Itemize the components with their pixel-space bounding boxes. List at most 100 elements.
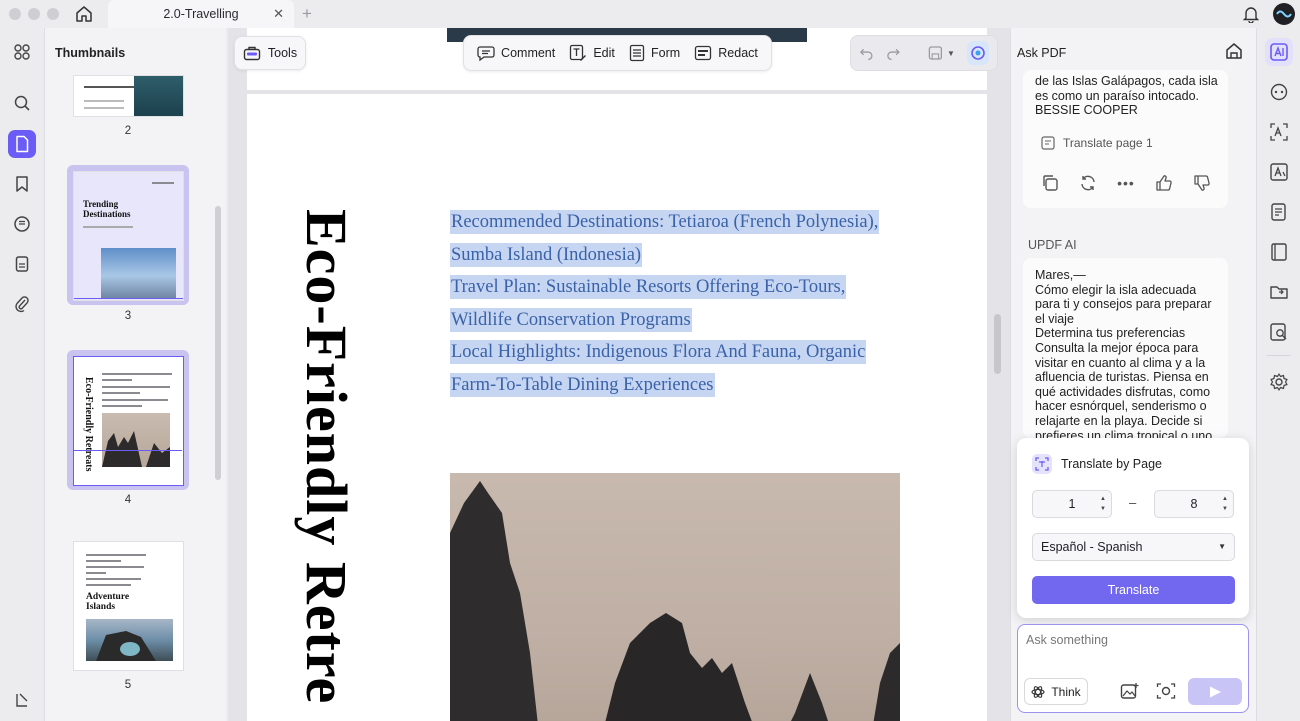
send-icon xyxy=(1210,686,1221,697)
ai-panel-title: Ask PDF xyxy=(1017,46,1067,60)
export-folder-icon[interactable] xyxy=(1265,278,1293,306)
form-label: Form xyxy=(651,46,681,60)
updf-ai-label: UPDF AI xyxy=(1028,238,1077,252)
highlighted-line[interactable]: Local Highlights: Indigenous Flora And F… xyxy=(450,340,867,364)
chevron-down-icon: ▼ xyxy=(1218,542,1226,551)
ask-input[interactable]: Ask something xyxy=(1026,633,1108,647)
thumbnails-title: Thumbnails xyxy=(55,46,126,60)
comment-label: Comment xyxy=(501,46,556,60)
window-close-button[interactable] xyxy=(9,8,21,20)
from-page-stepper[interactable]: 1 ▲ ▼ xyxy=(1032,490,1112,518)
window-zoom-button[interactable] xyxy=(47,8,59,20)
page-icon[interactable] xyxy=(8,130,36,158)
redo-icon[interactable] xyxy=(886,46,901,60)
form-fill-icon[interactable] xyxy=(1265,198,1293,226)
bell-icon[interactable] xyxy=(1242,5,1260,26)
close-tab-icon[interactable]: ✕ xyxy=(273,6,284,22)
highlighted-line[interactable]: Travel Plan: Sustainable Resorts Offerin… xyxy=(450,275,847,299)
comment-button[interactable]: Comment xyxy=(477,45,555,61)
form-button[interactable]: Form xyxy=(629,44,680,62)
highlighted-line[interactable]: Sumba Island (Indonesia) xyxy=(450,242,643,267)
undo-icon[interactable] xyxy=(859,46,874,60)
grid-view-icon[interactable] xyxy=(8,38,36,66)
thumbnail-page-4[interactable]: Eco-Friendly Retreats xyxy=(73,356,184,486)
highlighted-line[interactable]: Farm-To-Table Dining Experiences xyxy=(450,372,715,397)
thumbnail-page-5[interactable]: Adventure Islands xyxy=(73,541,184,671)
thumbnail-heading: Adventure Islands xyxy=(86,592,130,612)
language-value: Español - Spanish xyxy=(1041,540,1143,554)
gear-icon[interactable] xyxy=(1265,368,1293,396)
message-line: para ti y consejos para preparar xyxy=(1035,297,1212,312)
save-icon[interactable] xyxy=(928,45,943,61)
attachment-page-icon[interactable] xyxy=(8,250,36,278)
new-tab-icon[interactable]: + xyxy=(302,4,312,24)
home-icon[interactable] xyxy=(73,3,95,25)
message-line: Consulta la mejor época para xyxy=(1035,340,1199,355)
document-viewer: Eco-Friendly Retre Recommended Destinati… xyxy=(228,28,1010,721)
highlighted-line[interactable]: Wildlife Conservation Programs xyxy=(450,307,692,332)
thumbs-down-icon[interactable] xyxy=(1193,174,1211,192)
thumbnails-panel: Thumbnails 2 Trending Destinations 3 Eco… xyxy=(44,28,226,721)
more-icon[interactable]: ••• xyxy=(1117,175,1135,191)
ai-assistant-icon[interactable] xyxy=(966,41,989,65)
document-page: Eco-Friendly Retre Recommended Destinati… xyxy=(247,94,987,721)
thumbs-up-icon[interactable] xyxy=(1155,174,1173,192)
text-recognition-icon[interactable] xyxy=(1265,158,1293,186)
document-tab[interactable]: 2.0-Travelling ✕ xyxy=(108,0,294,28)
window-minimize-button[interactable] xyxy=(28,8,40,20)
save-dropdown-chevron-icon[interactable]: ▼ xyxy=(947,49,955,58)
to-page-spinner-icon[interactable]: ▲ ▼ xyxy=(1222,494,1228,514)
form-icon xyxy=(629,44,645,62)
thumbnail-number: 3 xyxy=(124,310,132,322)
message-actions: ••• xyxy=(1041,174,1211,192)
highlighted-line[interactable]: Recommended Destinations: Tetiaroa (Fren… xyxy=(450,210,880,234)
vertical-title-text[interactable]: Eco-Friendly Retre xyxy=(293,209,360,704)
thumbnail-page-3[interactable]: Trending Destinations xyxy=(73,171,184,301)
screenshot-icon[interactable] xyxy=(1156,682,1176,703)
thumbnails-scrollbar[interactable] xyxy=(215,206,221,480)
ask-pdf-icon[interactable] xyxy=(1265,38,1293,66)
message-line: es como un paraíso intocado. xyxy=(1035,88,1199,103)
image-upload-icon[interactable] xyxy=(1120,682,1140,703)
translate-button[interactable]: Translate xyxy=(1032,576,1235,604)
redact-icon xyxy=(695,45,712,61)
history-toolbar: ▼ xyxy=(850,35,998,71)
ai-home-icon[interactable] xyxy=(1224,41,1244,64)
avatar[interactable] xyxy=(1273,3,1295,25)
ai-chat-icon[interactable] xyxy=(1265,78,1293,106)
tools-button[interactable]: Tools xyxy=(234,36,306,70)
edit-button[interactable]: Edit xyxy=(569,44,615,62)
toolbox-icon xyxy=(243,46,261,61)
think-button[interactable]: Think xyxy=(1024,678,1088,705)
redact-button[interactable]: Redact xyxy=(694,45,758,61)
language-select[interactable]: Español - Spanish ▼ xyxy=(1032,533,1235,561)
copy-icon[interactable] xyxy=(1041,174,1059,192)
message-line: afluencia de turistas. Piensa en xyxy=(1035,370,1209,385)
to-page-stepper[interactable]: 8 ▲ ▼ xyxy=(1154,490,1234,518)
tools-label: Tools xyxy=(267,46,298,60)
thumbnail-heading: Eco-Friendly Retreats xyxy=(83,377,94,472)
search-document-icon[interactable] xyxy=(1265,318,1293,346)
regenerate-icon[interactable] xyxy=(1079,174,1097,192)
document-scrollbar[interactable] xyxy=(994,314,1001,374)
comment-list-icon[interactable] xyxy=(8,210,36,238)
main-toolbar: Comment Edit Form Redact xyxy=(463,35,772,71)
from-page-spinner-icon[interactable]: ▲ ▼ xyxy=(1100,494,1106,514)
ask-input-box[interactable]: Ask something Think xyxy=(1017,624,1249,713)
book-icon[interactable] xyxy=(1265,238,1293,266)
rail-divider xyxy=(1267,355,1291,356)
previous-message-card: de las Islas Galápagos, cada isla es com… xyxy=(1023,70,1228,208)
range-dash: – xyxy=(1129,495,1137,510)
right-icon-rail xyxy=(1256,28,1300,721)
thumbnail-number: 5 xyxy=(124,679,132,691)
search-icon[interactable] xyxy=(8,89,36,117)
comment-icon xyxy=(477,46,495,61)
ocr-translate-icon[interactable] xyxy=(1265,118,1293,146)
send-button[interactable] xyxy=(1188,678,1242,705)
paperclip-icon[interactable] xyxy=(8,290,36,318)
translate-page-link[interactable]: Translate page 1 xyxy=(1041,136,1153,150)
popup-header: Translate by Page xyxy=(1032,454,1162,474)
bookmark-icon[interactable] xyxy=(8,170,36,198)
thumbnail-page-2[interactable] xyxy=(73,75,184,117)
layers-icon[interactable] xyxy=(8,686,36,714)
